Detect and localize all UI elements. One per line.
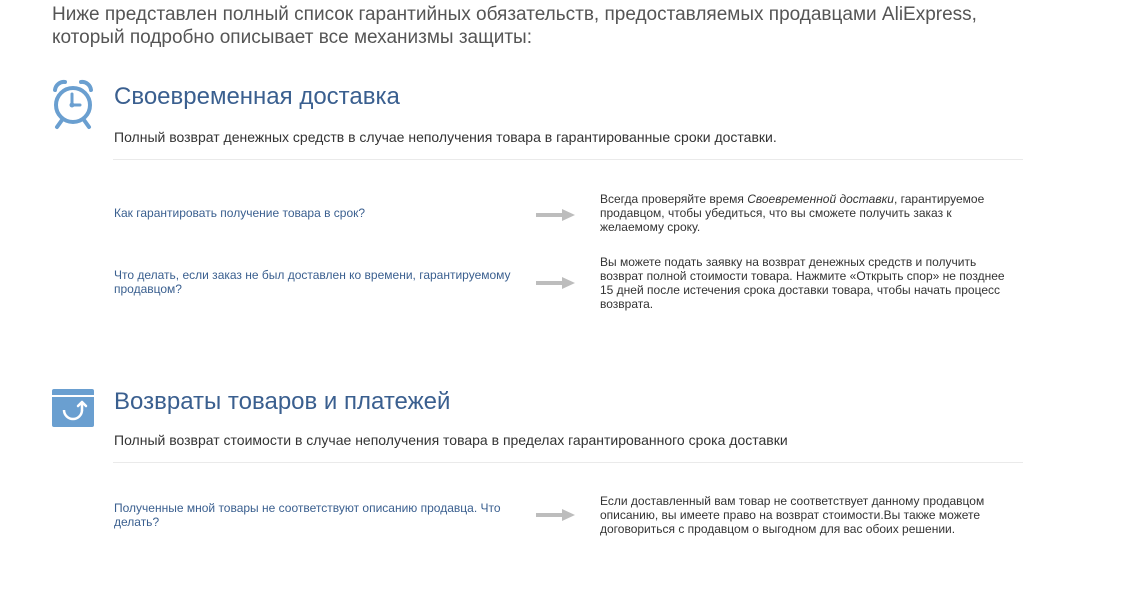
arrow-right-icon [536, 276, 576, 295]
faq-question-link[interactable]: Как гарантировать получение товара в сро… [114, 206, 524, 220]
faq-answer: Вы можете подать заявку на возврат денеж… [600, 255, 1005, 311]
arrow-right-icon [536, 208, 576, 227]
return-box-icon [52, 389, 94, 432]
section-description: Полный возврат стоимости в случае неполу… [114, 432, 788, 448]
faq-question-link[interactable]: Что делать, если заказ не был доставлен … [114, 268, 524, 296]
section-divider [113, 462, 1023, 463]
section-description: Полный возврат денежных средств в случае… [114, 129, 777, 145]
arrow-right-icon [536, 508, 576, 527]
intro-text: Ниже представлен полный список гарантийн… [52, 4, 977, 48]
faq-answer: Всегда проверяйте время Своевременной до… [600, 192, 1015, 234]
section-divider [113, 159, 1023, 160]
section-title: Возвраты товаров и платежей [114, 388, 451, 415]
section-title: Своевременная доставка [114, 83, 400, 110]
faq-question-link[interactable]: Полученные мной товары не соответствуют … [114, 501, 524, 529]
faq-answer-text: Всегда проверяйте время [600, 192, 748, 206]
faq-answer: Если доставленный вам товар не соответст… [600, 494, 985, 536]
faq-answer-emphasis: Своевременной доставки [747, 192, 894, 206]
alarm-clock-icon [50, 78, 96, 135]
